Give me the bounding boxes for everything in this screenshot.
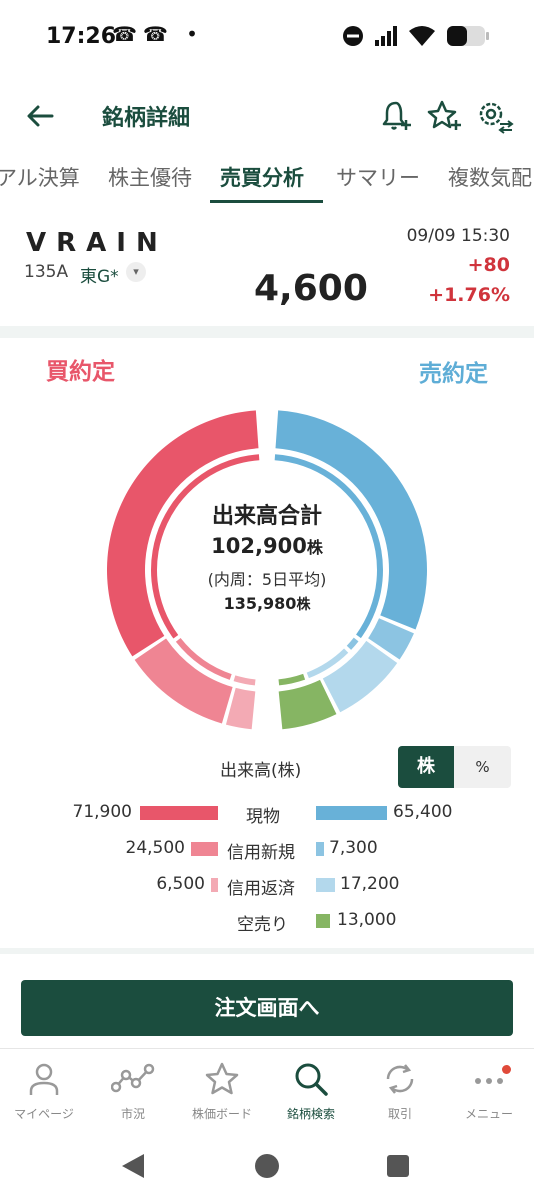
legend-row: 空売り 13,000 <box>0 906 534 936</box>
stock-code: 135A <box>24 262 69 282</box>
tab-bar: アル決算 株主優待 売買分析 サマリー 複数気配 <box>0 150 534 206</box>
sell-label: 売約定 <box>419 361 488 387</box>
sell-value: 65,400 <box>393 802 453 822</box>
active-tab-indicator <box>210 200 323 203</box>
buy-bar <box>210 878 218 892</box>
buy-label: 買約定 <box>46 359 115 385</box>
app-header: 銘柄詳細 <box>0 86 534 146</box>
category-label: 信用新規 <box>227 843 295 863</box>
inner-slice-buy-margin-close <box>233 675 256 686</box>
add-alert-bell-icon[interactable] <box>376 96 416 136</box>
donut-total-volume: 102,900株 <box>211 534 323 558</box>
tab-summary[interactable]: サマリー <box>336 162 420 192</box>
toggle-shares[interactable]: 株 <box>398 746 454 788</box>
nav-trade[interactable]: 取引 <box>355 1061 445 1122</box>
system-back-icon[interactable] <box>120 1152 146 1180</box>
donut-center-title: 出来高合計 <box>211 504 322 529</box>
sell-value: 13,000 <box>337 910 397 930</box>
legend-row: 24,500 信用新規 7,300 <box>0 834 534 864</box>
buy-bar <box>191 842 218 856</box>
system-navigation <box>0 1134 534 1200</box>
stock-market[interactable]: 東G* <box>80 262 119 287</box>
settings-gear-icon[interactable] <box>474 96 514 136</box>
inner-slice-short-sell <box>278 673 306 686</box>
back-arrow-icon[interactable] <box>22 98 58 134</box>
unit-toggle: 株 % <box>398 746 511 788</box>
category-label: 空売り <box>237 915 288 935</box>
outer-slice-buy-margin-new <box>134 638 233 724</box>
add-favorite-star-icon[interactable] <box>424 96 464 136</box>
legend-row: 71,900 現物 65,400 <box>0 798 534 828</box>
inner-slice-sell-margin-new <box>346 637 359 650</box>
status-time: 17:26 <box>46 24 117 49</box>
buy-value: 71,900 <box>72 802 132 822</box>
legend-row: 6,500 信用返済 17,200 <box>0 870 534 900</box>
donut-avg-volume: 135,980株 <box>223 594 311 613</box>
system-home-icon[interactable] <box>254 1153 280 1179</box>
price-change: +80 <box>467 254 510 276</box>
tab-multi-quotes[interactable]: 複数気配 <box>448 162 532 192</box>
donut-inner-caption: (内周：5日平均) <box>207 570 327 589</box>
buy-bar <box>140 806 218 820</box>
bottom-navigation: マイページ 市況 株価ボード 銘柄検索 取引 メニュー <box>0 1048 534 1134</box>
status-bar: 17:26 ☎☎ • <box>0 0 534 76</box>
nav-market[interactable]: 市況 <box>88 1061 178 1122</box>
buy-value: 6,500 <box>156 874 205 894</box>
search-icon <box>295 1063 328 1096</box>
tab-trade-analysis[interactable]: 売買分析 <box>220 162 304 192</box>
dnd-icon <box>343 26 363 46</box>
signal-icon <box>375 26 397 46</box>
chevron-down-icon[interactable]: ▾ <box>126 262 146 282</box>
stock-header: VRAIN 135A 東G* ▾ 4,600 09/09 15:30 +80 +… <box>0 212 534 324</box>
system-recents-icon[interactable] <box>386 1154 410 1178</box>
page-title: 銘柄詳細 <box>102 106 191 131</box>
stock-name: VRAIN <box>26 228 168 258</box>
outer-slice-sell-margin-close <box>322 640 398 713</box>
sell-bar <box>316 914 331 928</box>
price-change-percent: +1.76% <box>428 284 510 306</box>
trade-analysis-card: 買約定 売約定 出来高合計 102,900株 (内周：5日平均) 135,980… <box>0 338 534 948</box>
notification-icons: ☎☎ • <box>112 22 204 46</box>
star-icon <box>205 1062 239 1095</box>
stock-price: 4,600 <box>254 268 368 309</box>
sell-value: 7,300 <box>329 838 378 858</box>
sell-value: 17,200 <box>340 874 400 894</box>
status-right-icons <box>342 24 490 48</box>
nav-menu[interactable]: メニュー <box>444 1061 534 1122</box>
toggle-percent[interactable]: % <box>454 746 511 788</box>
price-datetime: 09/09 15:30 <box>406 226 510 246</box>
battery-icon <box>447 26 489 46</box>
person-icon <box>29 1063 59 1095</box>
tab-earnings[interactable]: アル決算 <box>0 162 80 192</box>
sell-bar <box>316 878 335 892</box>
refresh-icon <box>386 1064 414 1094</box>
order-screen-button[interactable]: 注文画面へ <box>21 980 513 1036</box>
nav-stock-search[interactable]: 銘柄検索 <box>266 1061 356 1122</box>
notification-badge <box>502 1065 511 1074</box>
wifi-icon <box>409 26 435 46</box>
category-label: 現物 <box>246 807 280 827</box>
nav-stock-board[interactable]: 株価ボード <box>177 1061 267 1122</box>
sell-bar <box>316 806 387 820</box>
category-label: 信用返済 <box>227 879 295 899</box>
sell-bar <box>316 842 324 856</box>
buy-value: 24,500 <box>125 838 185 858</box>
tab-shareholder-benefits[interactable]: 株主優待 <box>108 162 192 192</box>
nav-mypage[interactable]: マイページ <box>0 1061 89 1122</box>
volume-label: 出来高(株) <box>220 761 302 781</box>
market-icon <box>110 1063 155 1093</box>
